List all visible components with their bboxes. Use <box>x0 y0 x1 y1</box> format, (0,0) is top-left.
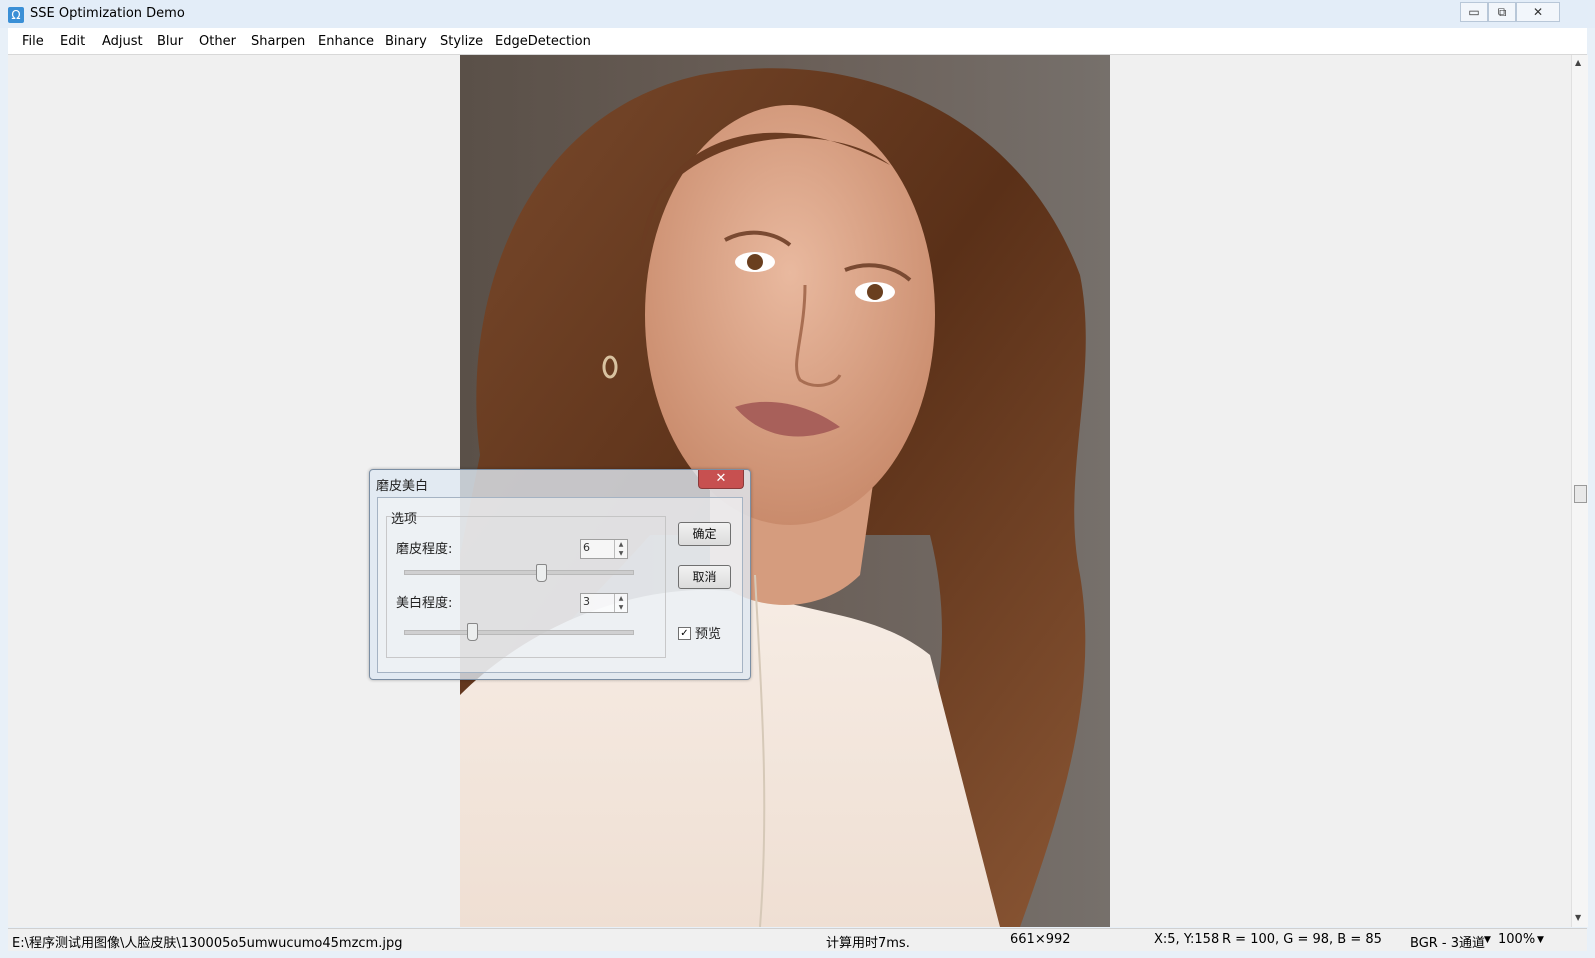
whitening-value: 3 <box>583 595 590 608</box>
preview-label: 预览 <box>695 627 722 642</box>
status-time: 计算用时7ms. <box>826 936 910 951</box>
menu-bar: File Edit Adjust Blur Other Sharpen Enha… <box>8 28 1587 55</box>
status-coords: X:5, Y:158 <box>1154 932 1220 947</box>
spinner-arrows-icon[interactable]: ▲ ▼ <box>614 540 627 558</box>
menu-stylize[interactable]: Stylize <box>440 34 483 49</box>
status-format[interactable]: BGR - 3通道 <box>1410 932 1485 951</box>
smoothing-spinbox[interactable]: 6 ▲ ▼ <box>580 539 628 559</box>
close-button[interactable]: ✕ <box>1516 2 1560 22</box>
whitening-spinbox[interactable]: 3 ▲ ▼ <box>580 593 628 613</box>
menu-binary[interactable]: Binary <box>385 34 427 49</box>
dialog-title: 磨皮美白 <box>376 479 429 494</box>
menu-enhance[interactable]: Enhance <box>318 34 374 49</box>
spinner-arrows-icon[interactable]: ▲ ▼ <box>614 594 627 612</box>
dialog-close-button[interactable]: ✕ <box>698 470 744 489</box>
main-window: Ω SSE Optimization Demo ▭ ⧉ ✕ File Edit … <box>0 0 1595 958</box>
whitening-label: 美白程度: <box>396 596 453 611</box>
window-title: SSE Optimization Demo <box>30 6 185 21</box>
smoothing-slider-track[interactable] <box>404 570 634 575</box>
status-file-path: E:\程序测试用图像\人脸皮肤\130005o5umwucumo45mzcm.j… <box>12 936 403 951</box>
whitening-slider-thumb[interactable] <box>467 623 479 641</box>
zoom-dropdown-icon[interactable]: ▼ <box>1537 935 1544 945</box>
title-bar: Ω SSE Optimization Demo ▭ ⧉ ✕ <box>0 0 1595 28</box>
scroll-down-icon[interactable]: ▼ <box>1575 913 1581 922</box>
scroll-thumb[interactable] <box>1574 485 1587 503</box>
ok-button[interactable]: 确定 <box>678 522 731 546</box>
skin-smoothing-dialog: 磨皮美白 ✕ 选项 磨皮程度: 6 ▲ ▼ 美白程度: 3 ▲ ▼ 确定 取消 ✓ <box>369 469 751 680</box>
menu-edgedetection[interactable]: EdgeDetection <box>495 34 591 49</box>
minimize-button[interactable]: ▭ <box>1460 2 1488 22</box>
menu-sharpen[interactable]: Sharpen <box>251 34 305 49</box>
menu-edit[interactable]: Edit <box>60 34 85 49</box>
scroll-up-icon[interactable]: ▲ <box>1575 58 1581 67</box>
vertical-scrollbar[interactable]: ▲ ▼ <box>1571 55 1588 927</box>
smoothing-label: 磨皮程度: <box>396 542 453 557</box>
status-bar: E:\程序测试用图像\人脸皮肤\130005o5umwucumo45mzcm.j… <box>8 928 1587 951</box>
menu-blur[interactable]: Blur <box>157 34 183 49</box>
dialog-body: 选项 磨皮程度: 6 ▲ ▼ 美白程度: 3 ▲ ▼ 确定 取消 ✓ 预览 <box>377 497 743 673</box>
smoothing-slider-thumb[interactable] <box>535 564 547 582</box>
format-dropdown-icon[interactable]: ▼ <box>1484 935 1491 945</box>
maximize-button[interactable]: ⧉ <box>1488 2 1516 22</box>
status-image-size: 661×992 <box>1010 932 1071 947</box>
status-rgb: R = 100, G = 98, B = 85 <box>1222 932 1382 947</box>
options-group-label: 选项 <box>391 512 418 527</box>
menu-other[interactable]: Other <box>199 34 236 49</box>
cancel-button[interactable]: 取消 <box>678 565 731 589</box>
preview-checkbox[interactable]: ✓ <box>678 627 691 640</box>
app-icon: Ω <box>8 7 24 23</box>
menu-adjust[interactable]: Adjust <box>102 34 143 49</box>
check-icon: ✓ <box>680 628 689 639</box>
whitening-slider-track[interactable] <box>404 630 634 635</box>
menu-file[interactable]: File <box>22 34 44 49</box>
smoothing-value: 6 <box>583 541 590 554</box>
status-zoom[interactable]: 100% <box>1498 932 1535 947</box>
